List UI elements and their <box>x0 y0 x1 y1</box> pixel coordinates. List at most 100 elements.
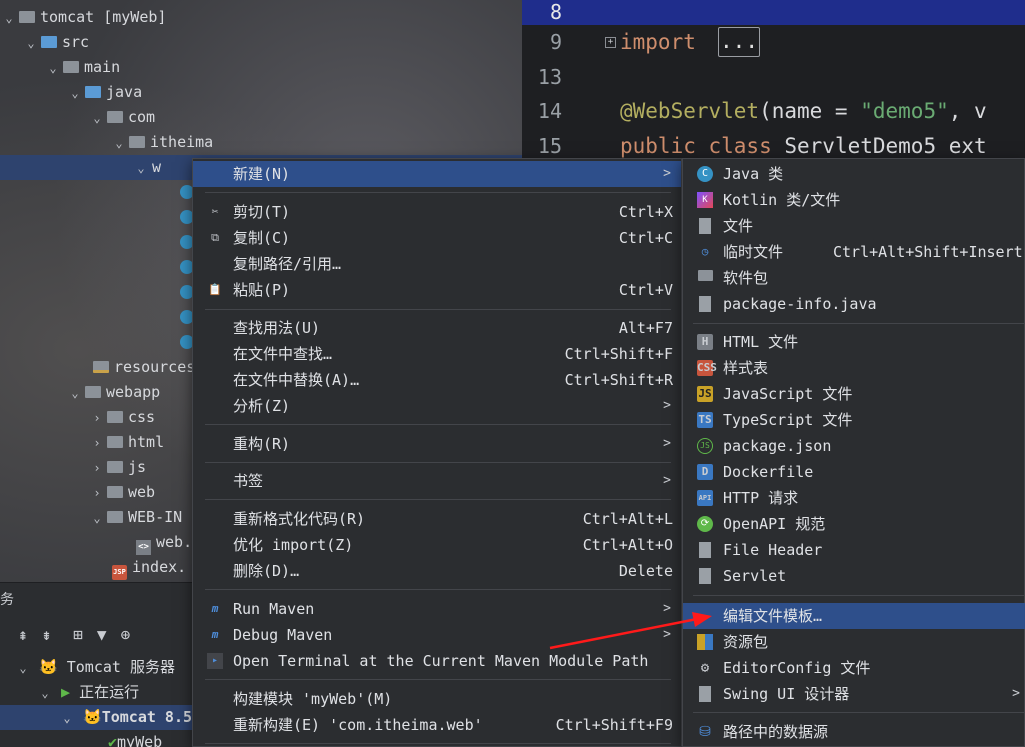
paste-icon: 📋 <box>208 283 222 296</box>
menu-item-kotlin[interactable]: K Kotlin 类/文件 <box>683 187 1025 213</box>
menu-divider <box>693 712 1025 713</box>
package-icon <box>107 111 123 123</box>
menu-item-package[interactable]: 软件包 <box>683 265 1025 291</box>
menu-item-build-module[interactable]: 构建模块 'myWeb'(M) <box>193 686 681 712</box>
chevron-right-icon: › <box>93 461 101 475</box>
tree-item-resources[interactable]: resources <box>90 355 195 380</box>
tree-item-web[interactable]: › web <box>90 480 155 505</box>
menu-item-find-in-files[interactable]: 在文件中查找… Ctrl+Shift+F <box>193 341 681 367</box>
chevron-right-icon: > <box>663 436 671 451</box>
tree-item-html[interactable]: › html <box>90 430 164 455</box>
menu-divider <box>205 499 671 500</box>
menu-item-resource-bundle[interactable]: 资源包 <box>683 629 1025 655</box>
services-tomcat-server[interactable]: ⌄ 🐱 Tomcat 服务器 <box>16 655 175 680</box>
menu-item-html-file[interactable]: H HTML 文件 <box>683 329 1025 355</box>
menu-item-javascript[interactable]: JS JavaScript 文件 <box>683 381 1025 407</box>
menu-item-open-terminal[interactable]: ▸ Open Terminal at the Current Maven Modu… <box>193 648 681 674</box>
menu-item-paste[interactable]: 📋 粘贴(P) Ctrl+V <box>193 277 681 303</box>
java-class-icon: C <box>697 166 713 182</box>
menu-item-dockerfile[interactable]: D Dockerfile <box>683 459 1025 485</box>
folder-icon <box>107 461 123 473</box>
menu-item-copy[interactable]: ⧉ 复制(C) Ctrl+C <box>193 225 681 251</box>
resource-bundle-icon <box>697 634 713 650</box>
menu-item-editorconfig[interactable]: ⚙ EditorConfig 文件 <box>683 655 1025 681</box>
menu-divider <box>693 595 1025 596</box>
chevron-right-icon: > <box>663 627 671 642</box>
new-submenu: C Java 类 K Kotlin 类/文件 文件 ◷ 临时文件 Ctrl+Alt+Sh… <box>682 158 1025 747</box>
menu-item-package-json[interactable]: JS package.json <box>683 433 1025 459</box>
collapse-all-icon[interactable]: ⇟ <box>42 625 52 644</box>
xml-file-icon: <> <box>136 540 151 555</box>
line-number: 15 <box>537 134 562 158</box>
fold-toggle-icon[interactable]: + <box>605 37 616 48</box>
menu-item-stylesheet[interactable]: CSS 样式表 <box>683 355 1025 381</box>
menu-item-edit-file-templates[interactable]: 编辑文件模板… <box>683 603 1025 629</box>
menu-item-new[interactable]: 新建(N) > <box>193 161 681 187</box>
menu-divider <box>205 309 671 310</box>
menu-item-run-maven[interactable]: m Run Maven > <box>193 596 681 622</box>
menu-item-refactor[interactable]: 重构(R) > <box>193 431 681 457</box>
tree-item-web-inf[interactable]: ⌄ WEB-IN <box>90 505 182 530</box>
ts-file-icon: TS <box>697 412 713 428</box>
menu-divider <box>205 743 671 744</box>
code-editor[interactable]: 8 9 + import ... 13 14 @WebServlet(name … <box>522 0 1025 160</box>
menu-item-swing-ui[interactable]: Swing UI 设计器 > <box>683 681 1025 707</box>
chevron-down-icon: ⌄ <box>93 111 101 125</box>
chevron-down-icon: ⌄ <box>5 11 13 25</box>
filter-icon[interactable]: ▼ <box>97 625 107 644</box>
menu-item-file[interactable]: 文件 <box>683 213 1025 239</box>
menu-item-replace-in-files[interactable]: 在文件中替换(A)… Ctrl+Shift+R <box>193 367 681 393</box>
menu-item-typescript[interactable]: TS TypeScript 文件 <box>683 407 1025 433</box>
services-running[interactable]: ⌄ ▶ 正在运行 <box>38 680 139 705</box>
chevron-right-icon: > <box>663 398 671 413</box>
menu-item-reformat-code[interactable]: 重新格式化代码(R) Ctrl+Alt+L <box>193 506 681 532</box>
tree-item-js[interactable]: › js <box>90 455 146 480</box>
folder-icon <box>107 486 123 498</box>
menu-item-data-source[interactable]: ⛁ 路径中的数据源 <box>683 719 1025 745</box>
menu-item-debug-maven[interactable]: m Debug Maven > <box>193 622 681 648</box>
tree-item-css[interactable]: › css <box>90 405 155 430</box>
menu-item-rebuild[interactable]: 重新构建(E) 'com.itheima.web' Ctrl+Shift+F9 <box>193 712 681 738</box>
services-panel: 务 ⇞ ⇟ ⊞ ▼ ⊕ ⌄ 🐱 Tomcat 服务器 ⌄ ▶ 正在运行 ⌄ 🐱T… <box>0 582 200 747</box>
menu-item-delete[interactable]: 删除(D)… Delete <box>193 558 681 584</box>
run-icon: ▶ <box>61 683 71 701</box>
chevron-right-icon: > <box>663 473 671 488</box>
editor-line-current: 8 <box>522 0 1025 25</box>
tree-item-tomcat[interactable]: ⌄ tomcat [myWeb] <box>2 5 166 30</box>
folded-imports-button[interactable]: ... <box>718 27 760 57</box>
tree-item-webapp[interactable]: ⌄ webapp <box>68 380 160 405</box>
group-icon[interactable]: ⊞ <box>73 625 83 644</box>
menu-item-scratch-file[interactable]: ◷ 临时文件 Ctrl+Alt+Shift+Insert <box>683 239 1025 265</box>
line-number: 9 <box>549 30 562 54</box>
menu-item-openapi[interactable]: ⟳ OpenAPI 规范 <box>683 511 1025 537</box>
tree-item-com[interactable]: ⌄ com <box>90 105 155 130</box>
menu-item-copy-path[interactable]: 复制路径/引用… <box>193 251 681 277</box>
editor-line: 13 <box>522 65 1025 90</box>
menu-item-servlet[interactable]: Servlet <box>683 563 1025 589</box>
tree-item-itheima[interactable]: ⌄ itheima <box>112 130 213 155</box>
menu-item-http-request[interactable]: API HTTP 请求 <box>683 485 1025 511</box>
services-toolbar: ⇞ ⇟ ⊞ ▼ ⊕ <box>18 625 130 644</box>
tomcat-icon: 🐱 <box>39 658 58 676</box>
tree-item-src[interactable]: ⌄ src <box>24 30 89 55</box>
database-icon: ⛁ <box>699 724 711 740</box>
gear-icon: ⚙ <box>700 660 710 676</box>
tree-item-web-xml[interactable]: <> web. <box>136 530 192 555</box>
tree-item-java[interactable]: ⌄ java <box>68 80 142 105</box>
tree-item-main[interactable]: ⌄ main <box>46 55 120 80</box>
expand-all-icon[interactable]: ⇞ <box>18 625 28 644</box>
menu-item-java-class[interactable]: C Java 类 <box>683 161 1025 187</box>
services-artifact[interactable]: ✔myWeb <box>108 730 162 747</box>
menu-item-find-usages[interactable]: 查找用法(U) Alt+F7 <box>193 315 681 341</box>
add-service-icon[interactable]: ⊕ <box>121 625 131 644</box>
tree-item-index-jsp[interactable]: JSP index. <box>112 555 186 580</box>
services-tomcat-instance[interactable]: ⌄ 🐱Tomcat 8.5 <box>0 705 200 730</box>
chevron-right-icon: › <box>93 436 101 450</box>
menu-item-optimize-imports[interactable]: 优化 import(Z) Ctrl+Alt+O <box>193 532 681 558</box>
menu-item-package-info[interactable]: package-info.java <box>683 291 1025 317</box>
menu-item-bookmarks[interactable]: 书签 > <box>193 468 681 494</box>
scratch-file-icon: ◷ <box>701 245 709 258</box>
menu-item-file-header[interactable]: File Header <box>683 537 1025 563</box>
menu-item-cut[interactable]: ✂ 剪切(T) Ctrl+X <box>193 199 681 225</box>
menu-item-analyze[interactable]: 分析(Z) > <box>193 393 681 419</box>
